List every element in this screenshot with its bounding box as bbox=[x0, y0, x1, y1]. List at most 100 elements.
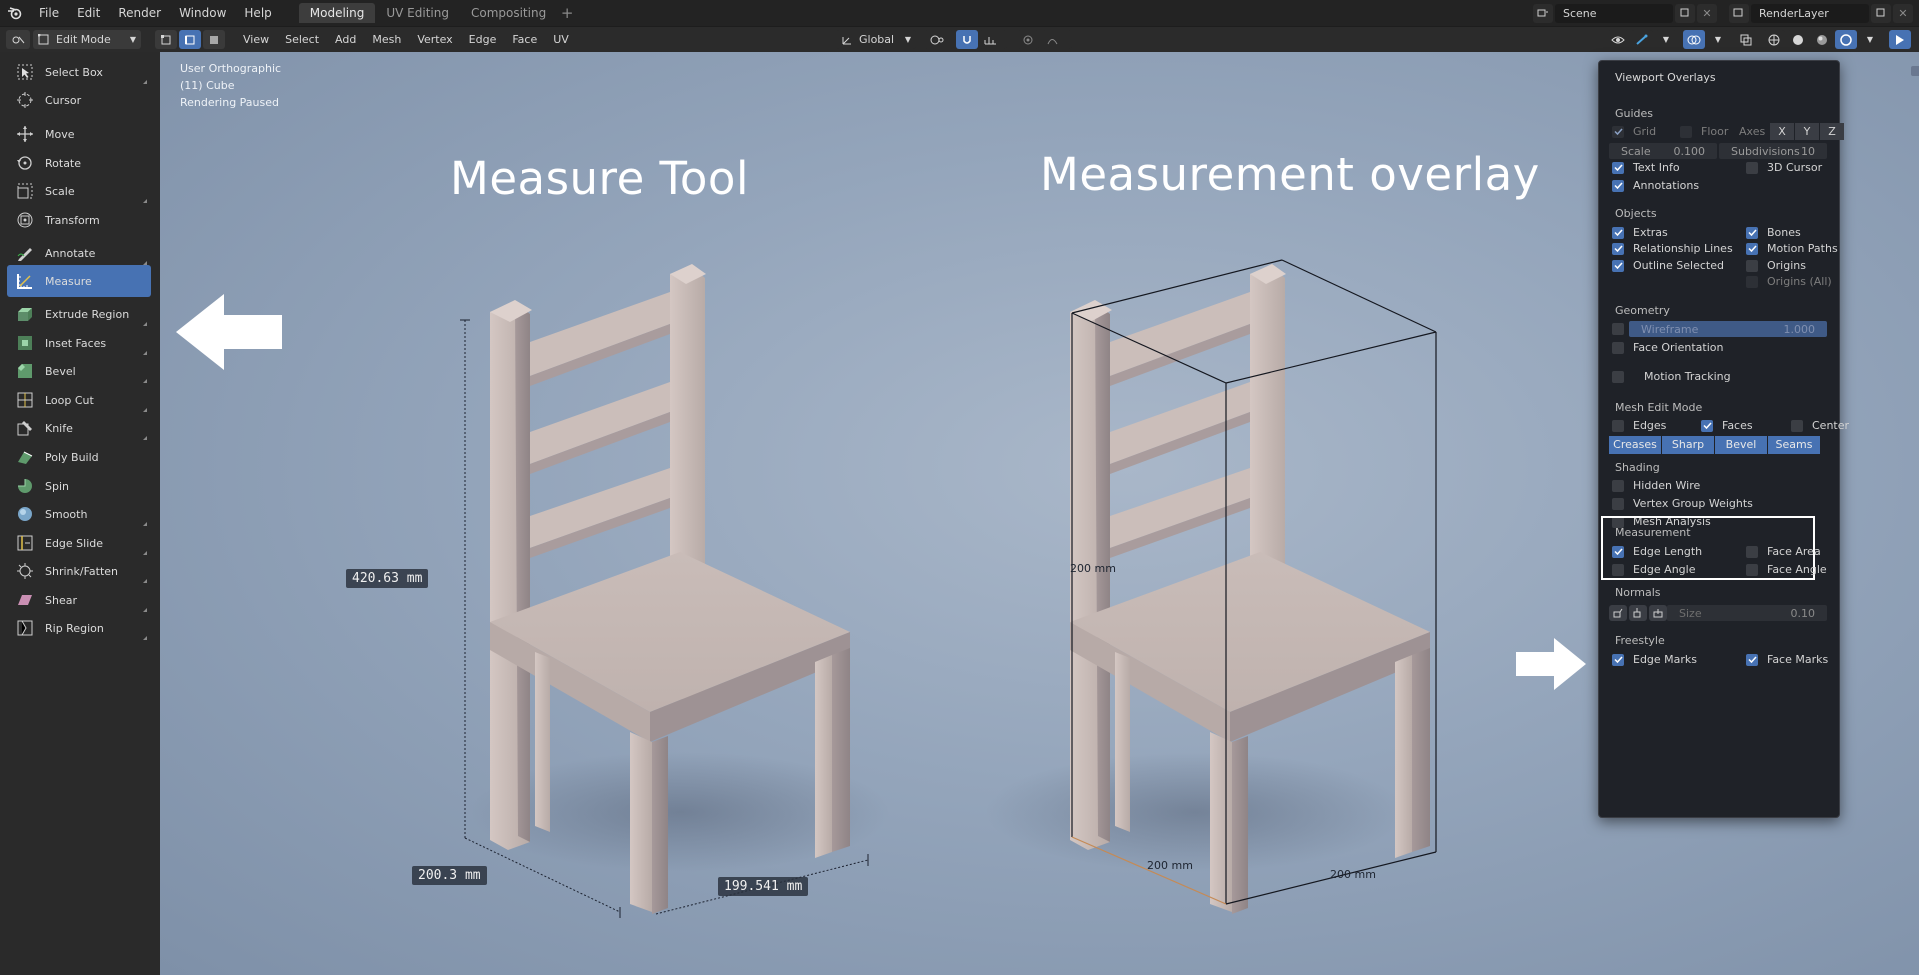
grid-scale-field[interactable]: Scale 0.100 bbox=[1609, 143, 1717, 159]
tool-shrink-fatten[interactable]: Shrink/Fatten bbox=[7, 555, 151, 587]
menu-select[interactable]: Select bbox=[277, 33, 327, 46]
faces-checkbox[interactable] bbox=[1701, 419, 1713, 432]
snap-toggle-icon[interactable] bbox=[956, 30, 978, 49]
edge-marks-row[interactable]: Edge Marks bbox=[1612, 653, 1697, 666]
extras-row[interactable]: Extras bbox=[1612, 226, 1668, 239]
extras-checkbox[interactable] bbox=[1612, 226, 1624, 239]
mode-dropdown[interactable]: Edit Mode ▼ bbox=[33, 30, 141, 49]
outline-selected-checkbox[interactable] bbox=[1612, 259, 1624, 272]
material-shading-icon[interactable] bbox=[1811, 30, 1833, 49]
tool-measure[interactable]: Measure bbox=[7, 265, 151, 297]
menu-uv[interactable]: UV bbox=[545, 33, 577, 46]
vertex-select-icon[interactable] bbox=[155, 30, 177, 49]
view-layer-browse-icon[interactable] bbox=[1729, 3, 1749, 23]
transform-orientation-dropdown[interactable]: Global ▼ bbox=[836, 30, 916, 49]
tab-modeling[interactable]: Modeling bbox=[298, 3, 376, 23]
tool-poly-build[interactable]: Poly Build bbox=[7, 441, 151, 473]
relationship-lines-checkbox[interactable] bbox=[1612, 242, 1624, 255]
annotations-checkbox[interactable] bbox=[1612, 179, 1624, 192]
center-checkbox[interactable] bbox=[1791, 419, 1803, 432]
menu-file[interactable]: File bbox=[30, 0, 68, 26]
face-marks-row[interactable]: Face Marks bbox=[1746, 653, 1828, 666]
chevron-down-icon[interactable]: ▼ bbox=[1655, 30, 1677, 49]
menu-face[interactable]: Face bbox=[504, 33, 545, 46]
face-normals-icon[interactable] bbox=[1649, 605, 1667, 621]
edges-checkbox[interactable] bbox=[1612, 419, 1624, 432]
edge-length-checkbox[interactable] bbox=[1612, 545, 1624, 558]
edges-row[interactable]: Edges bbox=[1612, 419, 1666, 432]
menu-mesh[interactable]: Mesh bbox=[364, 33, 409, 46]
text-info-row[interactable]: Text Info bbox=[1612, 161, 1680, 174]
axis-z-button[interactable]: Z bbox=[1820, 123, 1844, 140]
split-normals-icon[interactable] bbox=[1629, 605, 1647, 621]
scene-name-field[interactable]: Scene bbox=[1555, 3, 1673, 23]
face-area-checkbox[interactable] bbox=[1746, 545, 1758, 558]
vertex-normals-icon[interactable] bbox=[1609, 605, 1627, 621]
menu-window[interactable]: Window bbox=[170, 0, 235, 26]
snap-target-dropdown[interactable] bbox=[979, 30, 1007, 49]
origins-checkbox[interactable] bbox=[1746, 259, 1758, 272]
origins-row[interactable]: Origins bbox=[1746, 259, 1806, 272]
edge-marks-checkbox[interactable] bbox=[1612, 653, 1624, 666]
remove-scene-icon[interactable]: ✕ bbox=[1697, 3, 1717, 23]
edge-angle-checkbox[interactable] bbox=[1612, 563, 1624, 576]
menu-help[interactable]: Help bbox=[235, 0, 280, 26]
render-layer-field[interactable]: RenderLayer bbox=[1751, 3, 1869, 23]
face-angle-checkbox[interactable] bbox=[1746, 563, 1758, 576]
bones-checkbox[interactable] bbox=[1746, 226, 1758, 239]
outline-selected-row[interactable]: Outline Selected bbox=[1612, 259, 1724, 272]
pivot-point-dropdown[interactable] bbox=[924, 30, 954, 49]
new-scene-icon[interactable] bbox=[1675, 3, 1695, 23]
face-marks-checkbox[interactable] bbox=[1746, 653, 1758, 666]
face-area-row[interactable]: Face Area bbox=[1746, 545, 1821, 558]
vertex-group-weights-checkbox[interactable] bbox=[1612, 497, 1624, 510]
scene-browse-icon[interactable] bbox=[1533, 3, 1553, 23]
proportional-edit-icon[interactable] bbox=[1017, 30, 1039, 49]
hidden-wire-checkbox[interactable] bbox=[1612, 479, 1624, 492]
bevel-button[interactable]: Bevel bbox=[1715, 436, 1767, 454]
rendered-shading-icon[interactable] bbox=[1835, 30, 1857, 49]
tool-cursor[interactable]: Cursor bbox=[7, 84, 151, 116]
tool-move[interactable]: Move bbox=[7, 118, 151, 150]
menu-edge[interactable]: Edge bbox=[461, 33, 505, 46]
seams-button[interactable]: Seams bbox=[1768, 436, 1820, 454]
grid-checkbox-row[interactable]: Grid bbox=[1612, 125, 1656, 138]
faces-row[interactable]: Faces bbox=[1701, 419, 1753, 432]
floor-checkbox[interactable] bbox=[1680, 125, 1692, 138]
wireframe-checkbox[interactable] bbox=[1612, 323, 1624, 335]
remove-view-layer-icon[interactable]: ✕ bbox=[1893, 3, 1913, 23]
face-angle-row[interactable]: Face Angle bbox=[1746, 563, 1827, 576]
motion-paths-checkbox[interactable] bbox=[1746, 242, 1758, 255]
overlays-dropdown-icon[interactable]: ▼ bbox=[1707, 30, 1729, 49]
editor-type-button[interactable] bbox=[6, 30, 30, 49]
tab-uv-editing[interactable]: UV Editing bbox=[375, 3, 460, 23]
hidden-wire-row[interactable]: Hidden Wire bbox=[1612, 479, 1700, 492]
xray-icon[interactable] bbox=[1735, 30, 1757, 49]
wireframe-slider[interactable]: Wireframe 1.000 bbox=[1629, 321, 1827, 337]
motion-tracking-row[interactable]: Motion Tracking bbox=[1612, 370, 1731, 383]
edge-angle-row[interactable]: Edge Angle bbox=[1612, 563, 1695, 576]
center-row[interactable]: Center bbox=[1791, 419, 1849, 432]
tab-compositing[interactable]: Compositing bbox=[460, 3, 557, 23]
menu-view[interactable]: View bbox=[235, 33, 277, 46]
tool-rip-region[interactable]: Rip Region bbox=[7, 612, 151, 644]
bones-row[interactable]: Bones bbox=[1746, 226, 1801, 239]
subdivisions-field[interactable]: Subdivisions 10 bbox=[1719, 143, 1827, 159]
gizmo-icon[interactable] bbox=[1631, 30, 1653, 49]
3d-cursor-checkbox[interactable] bbox=[1746, 161, 1758, 174]
solid-shading-icon[interactable] bbox=[1787, 30, 1809, 49]
visibility-icon[interactable] bbox=[1607, 30, 1629, 49]
grid-checkbox[interactable] bbox=[1612, 125, 1624, 138]
relationship-lines-row[interactable]: Relationship Lines bbox=[1612, 242, 1733, 255]
menu-add[interactable]: Add bbox=[327, 33, 364, 46]
falloff-dropdown[interactable] bbox=[1042, 30, 1072, 49]
blender-logo-icon[interactable] bbox=[0, 0, 30, 26]
sharp-button[interactable]: Sharp bbox=[1662, 436, 1714, 454]
axis-x-button[interactable]: X bbox=[1770, 123, 1794, 140]
overlays-toggle-icon[interactable] bbox=[1683, 30, 1705, 49]
origins-all-row[interactable]: Origins (All) bbox=[1746, 275, 1832, 288]
render-preview-icon[interactable] bbox=[1889, 30, 1911, 49]
menu-vertex[interactable]: Vertex bbox=[409, 33, 460, 46]
tool-smooth[interactable]: Smooth bbox=[7, 498, 151, 530]
origins-all-checkbox[interactable] bbox=[1746, 275, 1758, 288]
